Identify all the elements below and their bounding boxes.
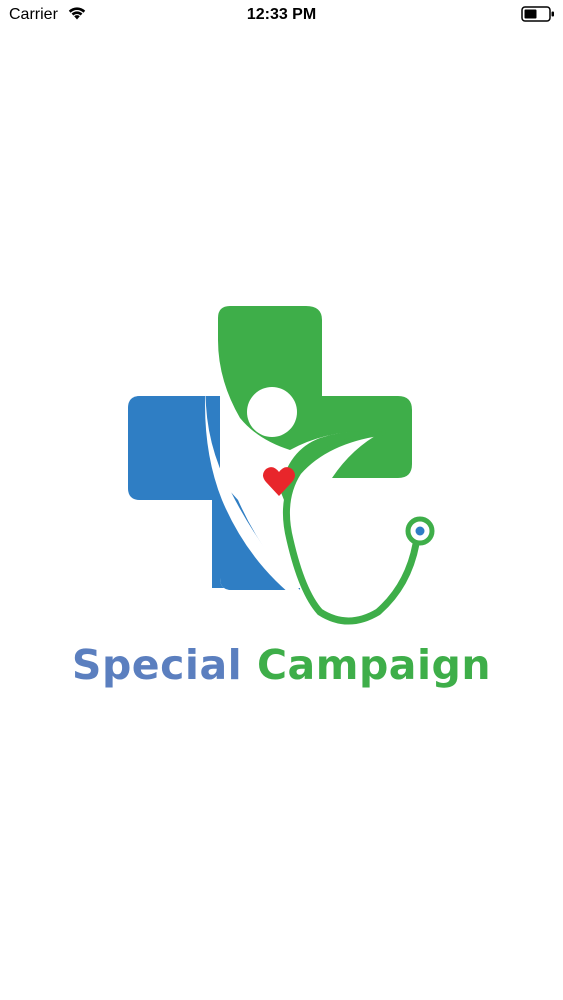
brand-word-special: Special: [71, 641, 243, 689]
status-time: 12:33 PM: [246, 6, 317, 23]
medical-cross-stethoscope-logo: [128, 306, 435, 625]
person-head: [247, 387, 297, 437]
brand-title: Special Campaign: [0, 641, 563, 689]
battery-icon: [521, 6, 554, 22]
splash-screen: Carrier 12:33 PM Special Campaign: [0, 0, 563, 1000]
brand-word-campaign: Campaign: [256, 641, 492, 689]
status-bar: Carrier 12:33 PM: [0, 0, 563, 30]
